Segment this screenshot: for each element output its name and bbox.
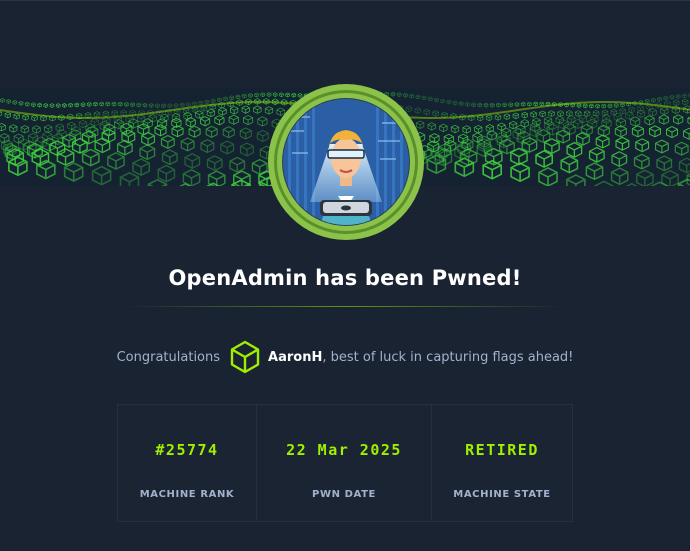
pwn-date-label: PWN DATE xyxy=(312,489,376,500)
machine-rank-value: #25774 xyxy=(155,441,219,459)
machine-state-value: RETIRED xyxy=(465,441,539,459)
title-divider xyxy=(125,306,565,307)
pwned-page: OpenAdmin has been Pwned! Congratulation… xyxy=(0,0,690,551)
page-title: OpenAdmin has been Pwned! xyxy=(168,266,522,290)
congrats-prefix: Congratulations xyxy=(116,349,221,365)
openadmin-avatar-icon xyxy=(268,84,424,240)
pwn-date-value: 22 Mar 2025 xyxy=(286,441,402,459)
congrats-suffix: , best of luck in capturing flags ahead! xyxy=(322,349,574,365)
username-link[interactable]: AaronH xyxy=(268,350,322,365)
stats-panel: #25774 MACHINE RANK 22 Mar 2025 PWN DATE… xyxy=(117,404,573,522)
machine-avatar xyxy=(266,82,426,242)
htb-cube-icon xyxy=(230,340,260,374)
stat-pwn-date: 22 Mar 2025 PWN DATE xyxy=(257,405,432,521)
congrats-message: Congratulations AaronH , best of luck in… xyxy=(0,339,690,375)
machine-state-label: MACHINE STATE xyxy=(453,489,551,500)
stat-machine-state: RETIRED MACHINE STATE xyxy=(432,405,572,521)
stat-machine-rank: #25774 MACHINE RANK xyxy=(118,405,257,521)
machine-rank-label: MACHINE RANK xyxy=(139,489,235,500)
top-edge xyxy=(0,0,690,1)
